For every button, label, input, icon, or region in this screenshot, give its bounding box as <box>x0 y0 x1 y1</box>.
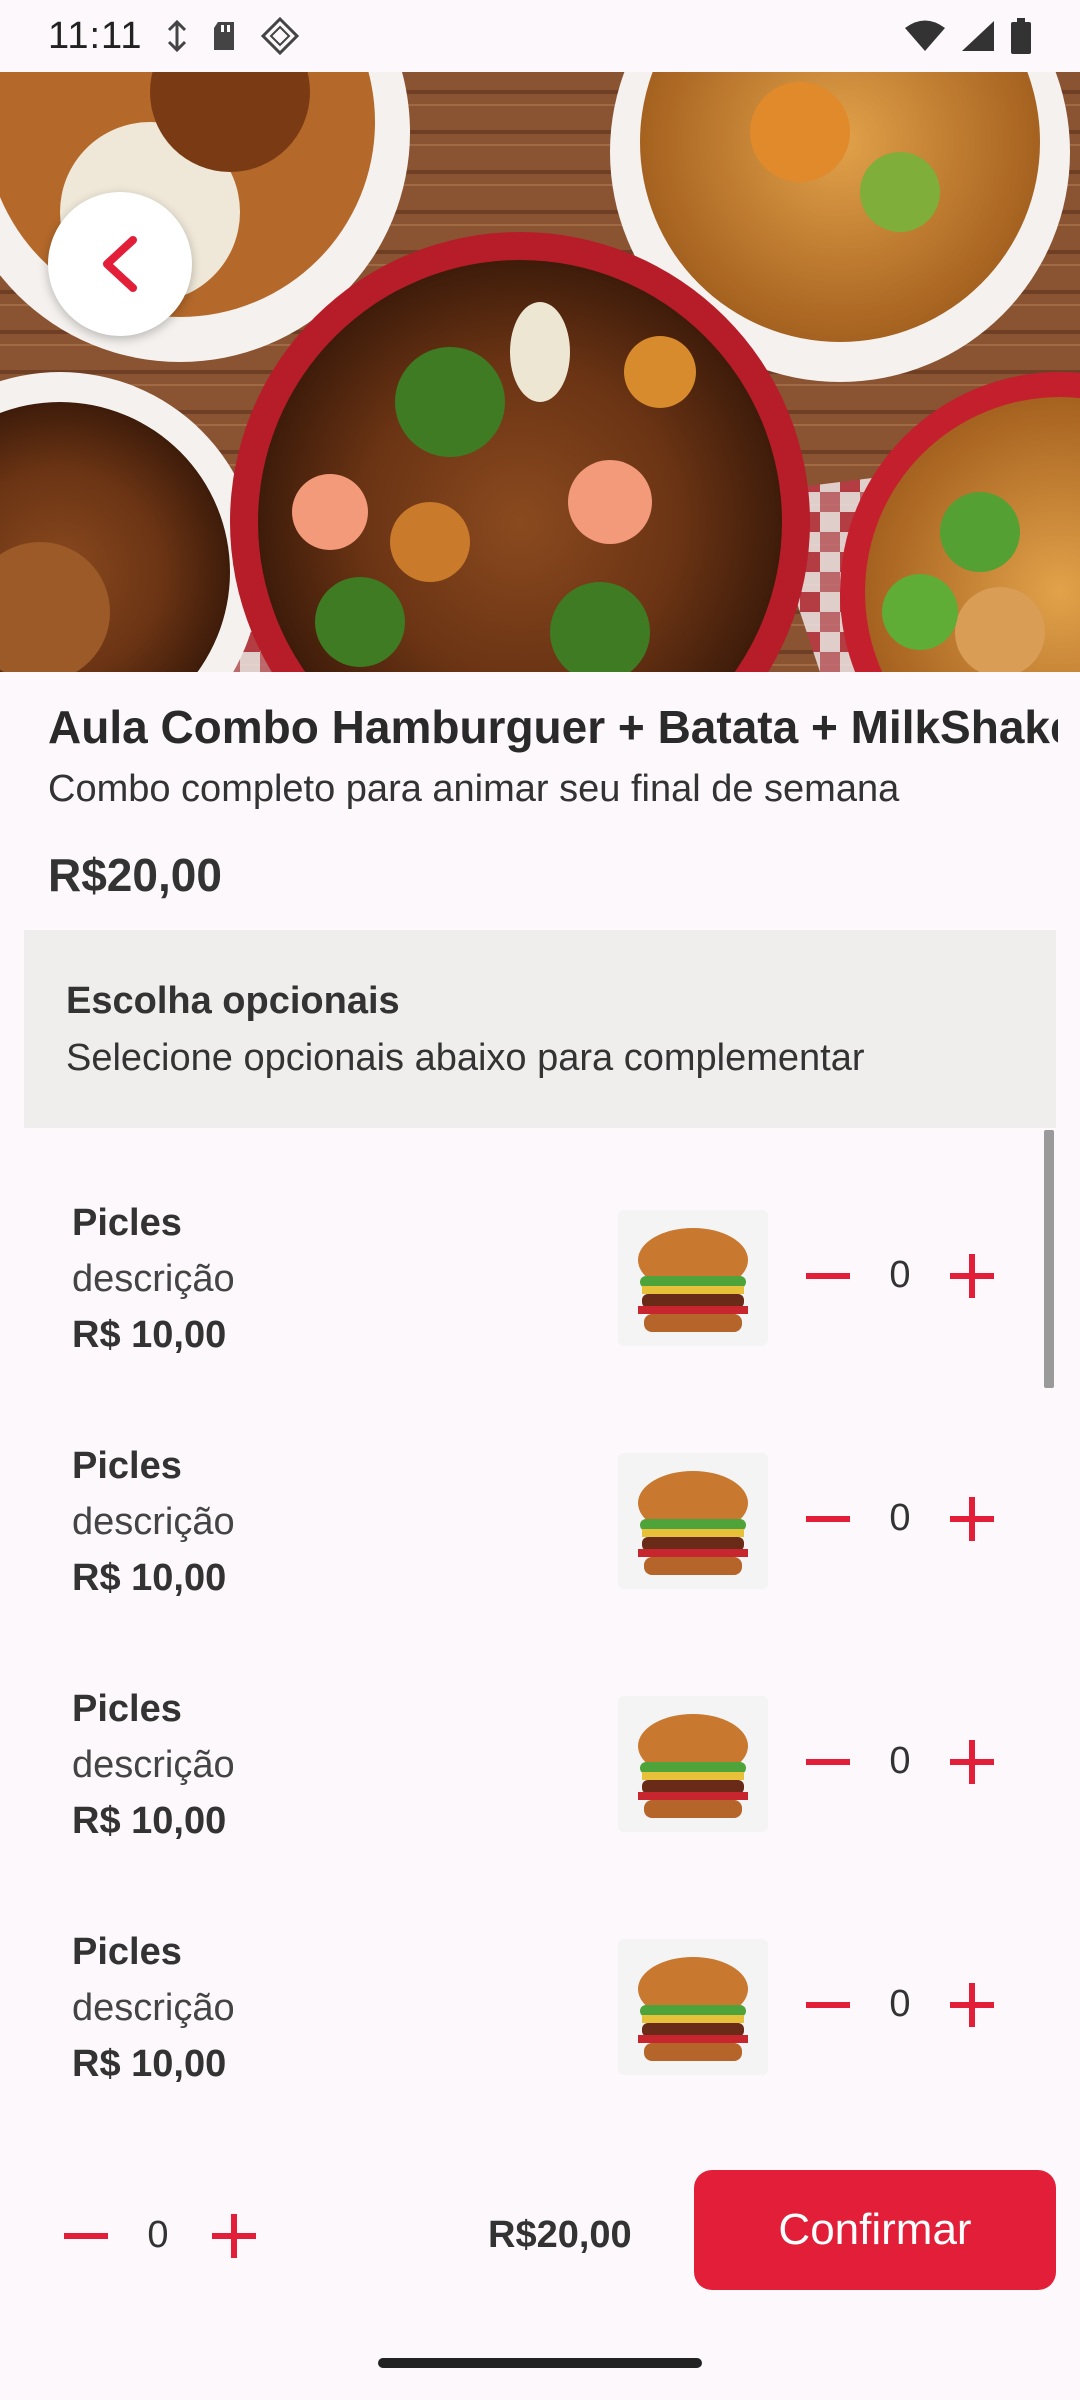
optionals-header: Escolha opcionais Selecione opcionais ab… <box>24 930 1056 1128</box>
increase-combo-button[interactable] <box>206 2208 262 2264</box>
burger-image <box>618 1453 768 1589</box>
hero-image <box>0 72 1080 672</box>
item-name: Picles <box>72 1202 182 1244</box>
plus-icon <box>212 2214 256 2258</box>
decrease-button[interactable] <box>800 1248 856 1304</box>
item-price: R$ 10,00 <box>72 1314 227 1356</box>
optionals-subtitle: Selecione opcionais abaixo para compleme… <box>66 1037 865 1079</box>
order-total: R$20,00 <box>488 2214 632 2256</box>
item-description: descrição <box>72 1258 235 1300</box>
product-title: Aula Combo Hamburguer + Batata + MilkSha… <box>48 701 1058 753</box>
item-price: R$ 10,00 <box>72 2043 227 2085</box>
product-price: R$20,00 <box>48 849 222 901</box>
item-description: descrição <box>72 1501 235 1543</box>
status-notification-icons <box>164 16 300 56</box>
optional-item: Picles descrição R$ 10,00 0 <box>0 1150 1080 1356</box>
increase-button[interactable] <box>944 1977 1000 2033</box>
item-name: Picles <box>72 1688 182 1730</box>
bottom-bar: 0 R$20,00 Confirmar <box>0 2150 1080 2300</box>
signal-icon <box>962 21 994 51</box>
combo-quantity: 0 <box>147 2214 169 2256</box>
product-subtitle: Combo completo para animar seu final de … <box>48 768 900 810</box>
burger-image <box>618 1696 768 1832</box>
minus-icon <box>806 1759 850 1765</box>
plus-icon <box>950 1983 994 2027</box>
optional-item: Picles descrição R$ 10,00 0 <box>0 1636 1080 1842</box>
item-description: descrição <box>72 1744 235 1786</box>
item-quantity: 0 <box>889 1254 911 1296</box>
optional-item: Picles descrição R$ 10,00 0 <box>0 1879 1080 2085</box>
food-photo <box>0 72 1080 672</box>
confirm-button[interactable]: Confirmar <box>694 2170 1056 2290</box>
item-description: descrição <box>72 1987 235 2029</box>
decrease-button[interactable] <box>800 1734 856 1790</box>
item-quantity: 0 <box>889 1497 911 1539</box>
home-indicator[interactable] <box>378 2358 702 2368</box>
item-price: R$ 10,00 <box>72 1800 227 1842</box>
increase-button[interactable] <box>944 1734 1000 1790</box>
list-scrollbar[interactable] <box>1044 1130 1054 1388</box>
plus-icon <box>950 1497 994 1541</box>
data-saver-icon <box>168 20 187 52</box>
item-name: Picles <box>72 1931 182 1973</box>
status-system-icons <box>904 18 1032 54</box>
status-bar: 11:11 <box>0 0 1080 72</box>
chevron-left-icon <box>103 236 137 292</box>
item-quantity: 0 <box>889 1740 911 1782</box>
decrease-button[interactable] <box>800 1977 856 2033</box>
item-quantity: 0 <box>889 1983 911 2025</box>
plus-icon <box>950 1254 994 1298</box>
back-button[interactable] <box>48 192 192 336</box>
decrease-button[interactable] <box>800 1491 856 1547</box>
battery-icon <box>1011 18 1031 54</box>
burger-image <box>618 1210 768 1346</box>
plus-icon <box>950 1740 994 1784</box>
optionals-title: Escolha opcionais <box>66 980 400 1022</box>
burger-image <box>618 1939 768 2075</box>
sd-card-icon <box>214 22 235 50</box>
item-price: R$ 10,00 <box>72 1557 227 1599</box>
minus-icon <box>806 1273 850 1279</box>
status-time: 11:11 <box>48 14 143 57</box>
decrease-combo-button[interactable] <box>58 2208 114 2264</box>
minus-icon <box>806 2002 850 2008</box>
optional-item: Picles descrição R$ 10,00 0 <box>0 1393 1080 1599</box>
diamond-grid-icon <box>261 16 300 56</box>
increase-button[interactable] <box>944 1491 1000 1547</box>
wifi-icon <box>905 20 945 51</box>
item-name: Picles <box>72 1445 182 1487</box>
minus-icon <box>806 1516 850 1522</box>
minus-icon <box>64 2233 108 2239</box>
increase-button[interactable] <box>944 1248 1000 1304</box>
